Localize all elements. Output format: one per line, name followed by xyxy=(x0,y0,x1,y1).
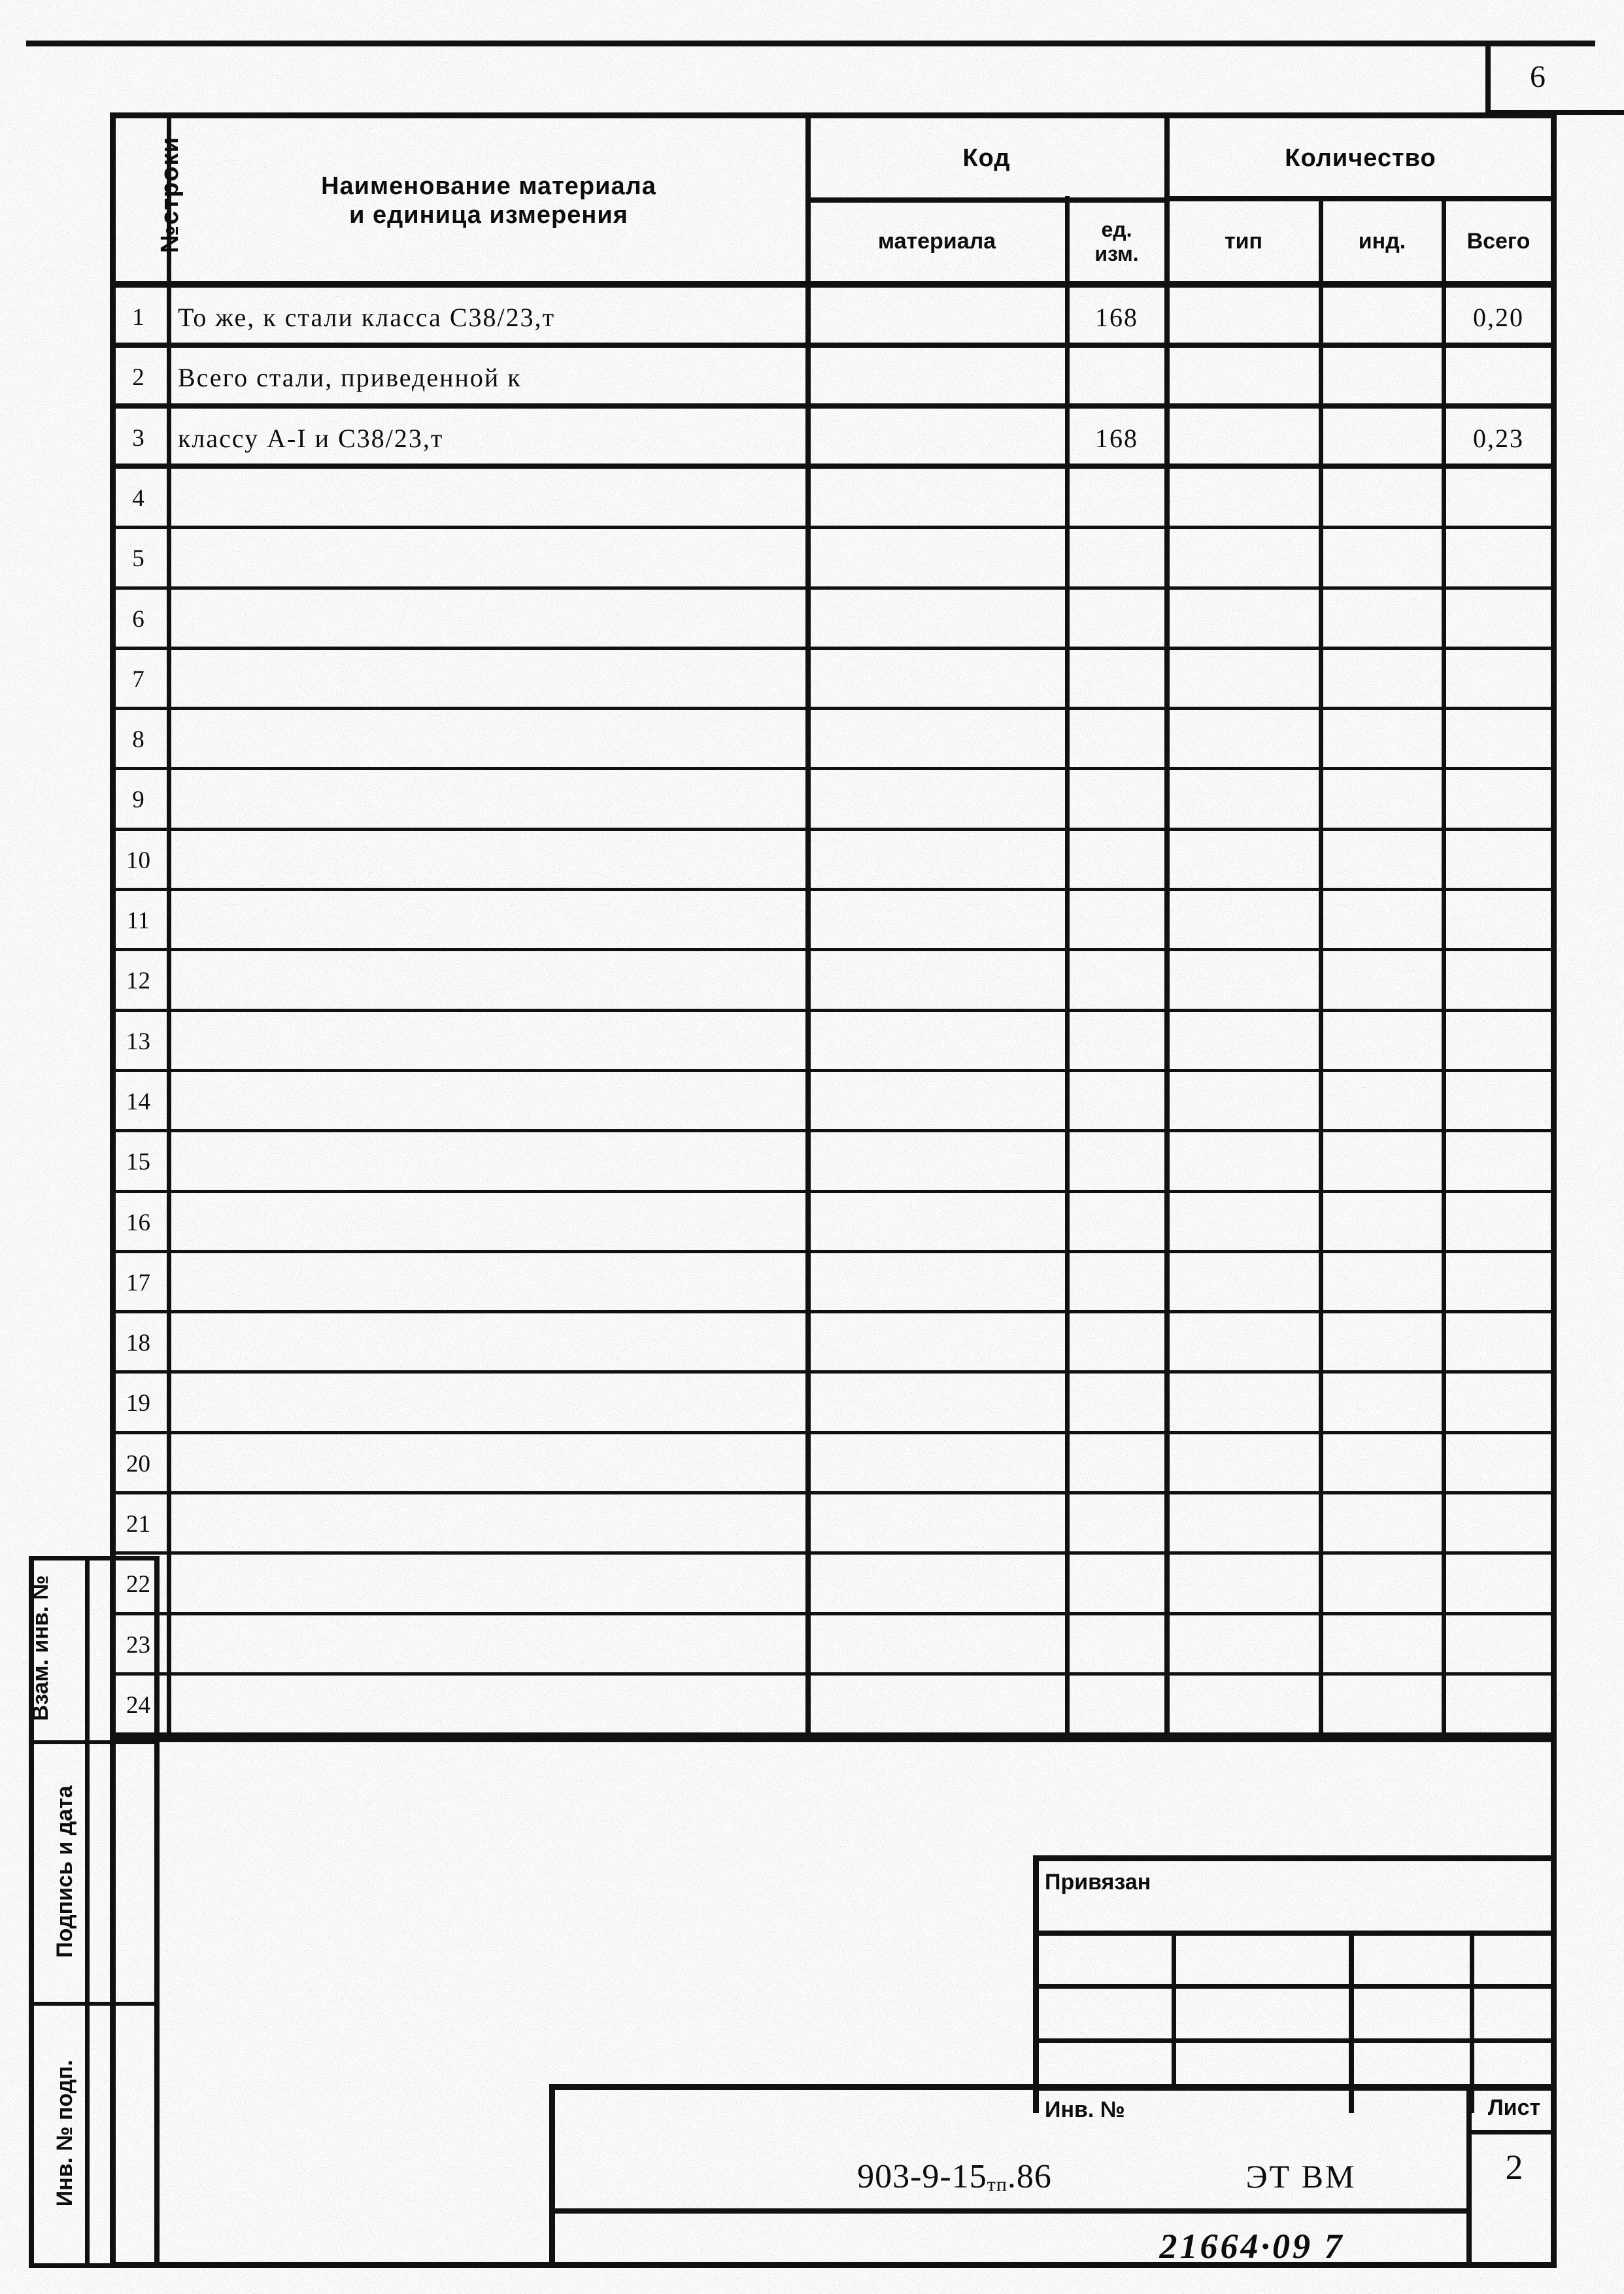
table-row[interactable]: 23 xyxy=(110,1615,1557,1676)
table-cell-code-unit: 168 xyxy=(1095,424,1138,453)
sidebar-label-podpis-data: Подпись и дата xyxy=(52,1785,77,1958)
table-cell-name: Всего стали, приведенной к xyxy=(178,363,522,392)
page-number: 6 xyxy=(1530,59,1546,95)
table-row[interactable]: 20 xyxy=(110,1434,1557,1494)
title-strip-top-edge xyxy=(549,2084,1557,2090)
table-row[interactable]: 22 xyxy=(110,1555,1557,1615)
table-row[interactable]: 8 xyxy=(110,710,1557,770)
table-row[interactable]: 18 xyxy=(110,1313,1557,1374)
privyazan-header-rule xyxy=(1033,1931,1556,1936)
table-row-number: 24 xyxy=(126,1691,150,1719)
title-strip-left-edge xyxy=(549,2084,555,2267)
table-row[interactable]: 16 xyxy=(110,1193,1557,1253)
privyazan-top-edge xyxy=(1033,1855,1556,1861)
table-row-number: 4 xyxy=(132,484,144,512)
table-row-number: 3 xyxy=(132,424,144,452)
code-group-underline xyxy=(805,197,1164,203)
table-row[interactable]: 2 Всего стали, приведенной к xyxy=(110,348,1557,408)
header-qty-type: тип xyxy=(1224,229,1263,254)
table-cell-name: классу А-I и С38/23,т xyxy=(178,424,444,453)
table-row[interactable]: 12 xyxy=(110,951,1557,1011)
header-bottom-rule xyxy=(110,281,1557,288)
table-row[interactable]: 7 xyxy=(110,650,1557,710)
inv-number-label: Инв. № xyxy=(1045,2097,1125,2123)
sheet-label: Лист xyxy=(1487,2095,1541,2121)
sidebar-inner-divider xyxy=(85,1556,90,2267)
table-row[interactable]: 10 xyxy=(110,831,1557,891)
table-row-number: 1 xyxy=(132,303,144,331)
page-box-left-edge xyxy=(1485,41,1491,114)
document-code: 903-9-15 тп .86 xyxy=(771,2151,1138,2203)
table-row[interactable]: 19 xyxy=(110,1374,1557,1434)
header-qty-ind: инд. xyxy=(1358,229,1406,254)
table-bottom-edge xyxy=(110,1736,1557,1742)
document-code-sub: тп xyxy=(987,2173,1007,2195)
table-row-number: 21 xyxy=(126,1510,150,1538)
title-strip-sheet-divider xyxy=(1466,2084,1472,2267)
table-row[interactable]: 5 xyxy=(110,529,1557,589)
header-material-name: Наименование материала и единица измерен… xyxy=(321,173,656,229)
sheet-value: 2 xyxy=(1505,2147,1523,2187)
table-row-number: 7 xyxy=(132,666,144,693)
top-rule xyxy=(26,41,1595,46)
header-quantity-group: Количество xyxy=(1285,144,1436,173)
privyazan-row-rule-2 xyxy=(1033,2038,1556,2043)
table-row[interactable]: 1 То же, к стали класса С38/23,т 168 0,20 xyxy=(110,288,1557,348)
table-row[interactable]: 6 xyxy=(110,590,1557,650)
privyazan-row-rule-1 xyxy=(1033,1984,1556,1989)
table-row-number: 9 xyxy=(132,786,144,813)
table-row-number: 18 xyxy=(126,1329,150,1357)
table-row[interactable]: 14 xyxy=(110,1072,1557,1132)
document-code-tail: .86 xyxy=(1007,2158,1052,2196)
table-row-number: 10 xyxy=(126,847,150,874)
table-row-number: 13 xyxy=(126,1028,150,1055)
privyazan-label: Привязан xyxy=(1045,1870,1151,1895)
handwritten-note: 21664·09 7 xyxy=(1159,2226,1345,2266)
org-mark: ЭТ ВМ xyxy=(1245,2158,1357,2195)
table-row-number: 12 xyxy=(126,967,150,994)
sidebar-divider-2 xyxy=(29,2002,160,2006)
table-row-number: 19 xyxy=(126,1389,150,1417)
header-qty-total: Всего xyxy=(1466,229,1531,254)
table-row-number: 6 xyxy=(132,605,144,633)
table-row-number: 17 xyxy=(126,1269,150,1296)
table-row[interactable]: 11 xyxy=(110,891,1557,951)
table-row-number: 5 xyxy=(132,545,144,572)
table-row[interactable]: 15 xyxy=(110,1132,1557,1192)
table-row-number: 22 xyxy=(126,1570,150,1598)
table-cell-total: 0,20 xyxy=(1473,303,1524,332)
sheet-label-underline xyxy=(1466,2130,1557,2134)
table-cell-total: 0,23 xyxy=(1473,424,1524,453)
table-row-number: 16 xyxy=(126,1209,150,1236)
table-row-number: 14 xyxy=(126,1088,150,1115)
sidebar-label-inv-podp: Инв. № подп. xyxy=(52,2059,77,2207)
qty-group-underline xyxy=(1164,196,1557,201)
header-code-unit: ед. изм. xyxy=(1094,218,1139,265)
table-row[interactable]: 21 xyxy=(110,1494,1557,1555)
header-code-group: Код xyxy=(962,144,1011,173)
table-row[interactable]: 24 xyxy=(110,1676,1557,1736)
table-row-number: 11 xyxy=(126,907,150,934)
table-row[interactable]: 17 xyxy=(110,1253,1557,1313)
table-row-number: 2 xyxy=(132,363,144,391)
table-row[interactable]: 3 классу А-I и С38/23,т 168 0,23 xyxy=(110,409,1557,469)
sidebar-label-vzam-inv: Взам. инв. № xyxy=(27,1575,53,1721)
table-row[interactable]: 13 xyxy=(110,1012,1557,1072)
title-strip-inner-rule xyxy=(549,2208,1466,2214)
lower-frame-left-edge xyxy=(110,1736,116,2267)
table-cell-name: То же, к стали класса С38/23,т xyxy=(178,303,556,332)
privyazan-col-divider-1 xyxy=(1172,1931,1176,2085)
table-row-number: 15 xyxy=(126,1148,150,1175)
table-row-number: 8 xyxy=(132,726,144,753)
document-code-main: 903-9-15 xyxy=(857,2158,987,2196)
header-code-material: материала xyxy=(877,229,996,254)
table-top-edge xyxy=(110,112,1557,118)
table-row[interactable]: 9 xyxy=(110,770,1557,830)
table-row-number: 20 xyxy=(126,1450,150,1477)
table-cell-code-unit: 168 xyxy=(1095,303,1138,332)
table-row[interactable]: 4 xyxy=(110,469,1557,529)
table-row-number: 23 xyxy=(126,1631,150,1659)
